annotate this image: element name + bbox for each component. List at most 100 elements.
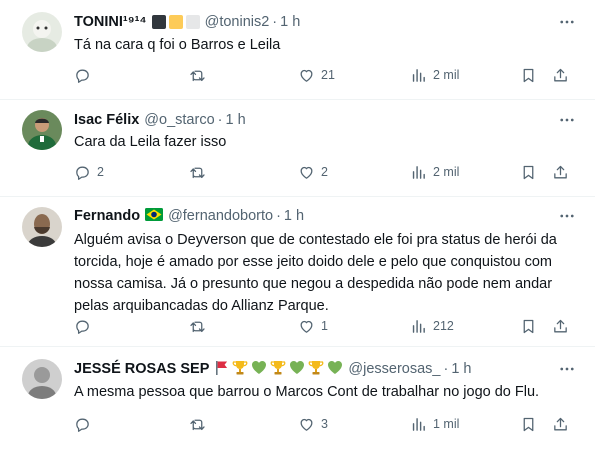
tweet-text: A mesma pessoa que barrou o Marcos Cont … — [74, 384, 540, 400]
bookmark-button[interactable] — [520, 65, 537, 85]
like-count: 3 — [321, 417, 328, 431]
green-heart-icon — [327, 360, 343, 379]
more-options-icon[interactable] — [557, 110, 577, 130]
share-button[interactable] — [552, 414, 569, 434]
tweet-text: Tá na cara q foi o Barros e Leila — [74, 37, 281, 53]
bookmark-button[interactable] — [520, 316, 537, 336]
view-count: 2 mil — [433, 68, 460, 82]
like-button[interactable]: 2 — [298, 162, 328, 182]
share-button[interactable] — [552, 316, 569, 336]
like-count: 1 — [321, 319, 328, 333]
action-bar: 3 1 mil — [0, 414, 595, 434]
bookmark-icon — [523, 417, 534, 431]
user-handle[interactable]: @o_starco — [144, 112, 214, 128]
user-handle[interactable]: @toninis2 — [205, 14, 270, 30]
share-icon — [554, 68, 567, 81]
retweet-icon — [190, 70, 205, 81]
more-options-icon[interactable] — [557, 359, 577, 379]
tweet-3[interactable]: Fernando @fernandoborto · 1 h Alguém avi… — [0, 197, 595, 347]
tweet-4[interactable]: JESSÉ ROSAS SEP @jesserosas_ · 1 h A mes… — [0, 347, 595, 450]
reply-button[interactable] — [74, 65, 97, 85]
separator-dot: · — [272, 14, 278, 30]
green-heart-icon — [251, 360, 267, 379]
more-options-icon[interactable] — [557, 12, 577, 32]
heart-icon — [300, 166, 313, 179]
separator-dot: · — [443, 361, 449, 377]
like-count: 21 — [321, 68, 335, 82]
tweet-2[interactable]: Isac Félix @o_starco · 1 h Cara da Leila… — [0, 100, 595, 197]
more-options-icon[interactable] — [557, 206, 577, 226]
views-button[interactable]: 1 mil — [410, 414, 459, 434]
views-button[interactable]: 2 mil — [410, 65, 459, 85]
timestamp[interactable]: 1 h — [280, 14, 300, 30]
black-square-icon — [151, 15, 166, 29]
reply-button[interactable] — [74, 414, 97, 434]
tweet-text: Cara da Leila fazer isso — [74, 134, 227, 150]
reply-button[interactable]: 2 — [74, 162, 104, 182]
view-count: 212 — [433, 319, 454, 333]
like-button[interactable]: 1 — [298, 316, 328, 336]
like-button[interactable]: 21 — [298, 65, 335, 85]
user-handle[interactable]: @jesserosas_ — [348, 361, 440, 377]
avatar[interactable] — [22, 207, 62, 247]
trophy-icon — [232, 360, 248, 379]
heart-icon — [300, 418, 313, 431]
retweet-icon — [190, 419, 205, 430]
analytics-icon — [412, 165, 425, 179]
avatar[interactable] — [22, 359, 62, 399]
analytics-icon — [412, 68, 425, 82]
tweet-text: Alguém avisa o Deyverson que de contesta… — [74, 232, 557, 314]
timestamp[interactable]: 1 h — [284, 208, 304, 224]
heart-icon — [300, 69, 313, 82]
share-icon — [554, 319, 567, 332]
timestamp[interactable]: 1 h — [451, 361, 471, 377]
heart-icon — [300, 320, 313, 333]
separator-dot: · — [217, 112, 223, 128]
bookmark-button[interactable] — [520, 162, 537, 182]
retweet-button[interactable] — [189, 414, 212, 434]
display-name[interactable]: JESSÉ ROSAS SEP — [74, 361, 209, 377]
bookmark-icon — [523, 68, 534, 82]
reply-icon — [76, 166, 89, 180]
green-heart-icon — [289, 360, 305, 379]
retweet-icon — [190, 321, 205, 332]
views-button[interactable]: 212 — [410, 316, 454, 336]
share-icon — [554, 165, 567, 178]
like-count: 2 — [321, 165, 328, 179]
timestamp[interactable]: 1 h — [225, 112, 245, 128]
retweet-button[interactable] — [189, 162, 212, 182]
red-flag-icon — [215, 360, 229, 379]
action-bar: 2 2 2 mil — [0, 162, 595, 182]
action-bar: 1 212 — [0, 316, 595, 336]
retweet-icon — [190, 167, 205, 178]
reply-icon — [76, 69, 89, 83]
reply-button[interactable] — [74, 316, 97, 336]
trophy-icon — [308, 360, 324, 379]
bookmark-icon — [523, 165, 534, 179]
white-square-icon — [185, 15, 200, 29]
yellow-square-icon — [168, 15, 183, 29]
retweet-button[interactable] — [189, 316, 212, 336]
reply-count: 2 — [97, 165, 104, 179]
share-button[interactable] — [552, 65, 569, 85]
reply-icon — [76, 418, 89, 432]
tweet-1[interactable]: TONINI¹⁹¹⁴ @toninis2 · 1 h Tá na cara q … — [0, 0, 595, 100]
share-button[interactable] — [552, 162, 569, 182]
brazil-flag-icon — [145, 207, 164, 225]
like-button[interactable]: 3 — [298, 414, 328, 434]
share-icon — [554, 417, 567, 430]
bookmark-button[interactable] — [520, 414, 537, 434]
retweet-button[interactable] — [189, 65, 212, 85]
display-name[interactable]: Fernando — [74, 208, 140, 224]
views-button[interactable]: 2 mil — [410, 162, 459, 182]
display-name[interactable]: TONINI¹⁹¹⁴ — [74, 14, 147, 30]
separator-dot: · — [276, 208, 281, 224]
view-count: 1 mil — [433, 417, 460, 431]
user-handle[interactable]: @fernandoborto — [168, 208, 273, 224]
display-name[interactable]: Isac Félix — [74, 112, 139, 128]
view-count: 2 mil — [433, 165, 460, 179]
analytics-icon — [412, 417, 425, 431]
avatar[interactable] — [22, 110, 62, 150]
avatar[interactable] — [22, 12, 62, 52]
action-bar: 21 2 mil — [0, 65, 595, 85]
